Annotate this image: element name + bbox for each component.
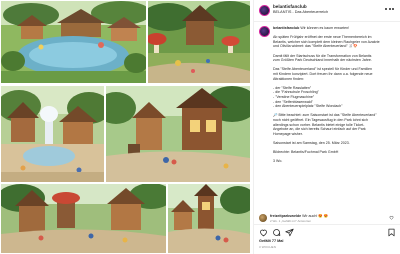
caption-text: - den "Seifenblasenwald" xyxy=(273,99,313,104)
caption-text: Homepage wisher. xyxy=(273,131,303,136)
post-panel: belantisfanclub BELANTIS - Das Abenteuer… xyxy=(253,0,400,254)
like-count[interactable]: Gefällt 77 Mal xyxy=(259,239,283,243)
collage-image-mushroom-forest[interactable] xyxy=(148,1,250,83)
caption-line: Attraktionen finden: xyxy=(273,77,397,82)
send-icon[interactable] xyxy=(285,228,294,237)
caption-avatar[interactable] xyxy=(259,26,270,37)
caption-text: Saisonstart ist am Samstag, den 25. März… xyxy=(273,141,350,145)
avatar[interactable] xyxy=(259,5,270,16)
more-options-icon[interactable] xyxy=(385,7,395,11)
collage-image-tower-ride[interactable] xyxy=(168,184,250,253)
caption-text: Attraktionen finden: xyxy=(273,76,304,81)
caption-text: - die "Fahrschule Froschling" xyxy=(273,90,319,95)
caption-text: Angebote an, die sich bereits Schauri ei… xyxy=(273,127,366,132)
post-username[interactable]: belantisfanclub xyxy=(273,4,307,9)
post-date: 3 WOCHEN xyxy=(259,245,276,249)
caption-text: Das "Stelfe Abenteuerland" ist speziell … xyxy=(273,67,373,72)
caption: belantisfanclub Wir können es kaum erwar… xyxy=(254,23,400,213)
caption-text: 3 Wo. xyxy=(273,159,283,164)
action-bar xyxy=(254,224,400,238)
caption-text: allerdings schon vorher. Belantis bietet… xyxy=(273,122,365,127)
caption-text: Belantis, welcher sich komplett dem klei… xyxy=(273,39,380,44)
comment-text: freizeitparkswelde Wir auch! 😍 😍 xyxy=(270,214,328,218)
comment-username[interactable]: freizeitparkswelde xyxy=(270,214,301,218)
comment-icon[interactable] xyxy=(272,228,281,237)
comment: freizeitparkswelde Wir auch! 😍 😍 2 Wo. 1… xyxy=(254,213,400,223)
collage-image-cottage-street[interactable] xyxy=(106,86,250,182)
caption-line: und Olivilia widmet: das "Stelfe Abenteu… xyxy=(273,44,397,49)
comment-like-icon[interactable] xyxy=(389,215,394,220)
caption-text: - der "Stelfe Rasslatten" xyxy=(273,85,312,90)
caption-text: noch nicht geöffnet. Ein Tagesausflug in… xyxy=(273,118,368,122)
caption-text: mit Kindern konzipiert. Dort freuen Ihr … xyxy=(273,72,373,76)
post-location[interactable]: BELANTIS - Das Abenteuerreich xyxy=(273,10,328,14)
comment-meta[interactable]: 2 Wo. 1 „Gefällt mir" Antworten xyxy=(270,219,311,223)
caption-text: Bildrechte: Belantis/Fuchmal Park GmbH xyxy=(273,150,339,155)
caption-text: - den Abenteuerspielplatz "Stelfe Wondac… xyxy=(273,104,343,109)
collage-image-pond-village[interactable] xyxy=(1,1,146,83)
caption-line: Bildrechte: Belantis/Fuchmal Park GmbH xyxy=(273,150,397,155)
caption-username[interactable]: belantisfanclub xyxy=(273,26,299,30)
collage-image-village-path[interactable] xyxy=(1,184,166,253)
caption-text: Damit fällt der Startschuss für die Tran… xyxy=(273,53,372,58)
caption-line: 3 Wo. xyxy=(273,159,397,164)
caption-line: zum Größten Park Deutschland innerhalb d… xyxy=(273,58,397,63)
collage-image-fountain-courtyard[interactable] xyxy=(1,86,104,182)
caption-line: Saisonstart ist am Samstag, den 25. März… xyxy=(273,141,397,146)
caption-text: Ab späten Frühjahr eröffnet der erste ne… xyxy=(273,35,372,40)
heart-icon[interactable] xyxy=(259,228,268,237)
caption-text: Wir können es kaum erwarten! xyxy=(299,26,350,30)
caption-line: belantisfanclub Wir können es kaum erwar… xyxy=(273,26,397,31)
commenter-avatar[interactable] xyxy=(259,214,267,222)
caption-line: - den Abenteuerspielplatz "Stelfe Wondac… xyxy=(273,104,397,109)
caption-text: und Olivilia widmet: das "Stelfe Abenteu… xyxy=(273,44,358,49)
bookmark-icon[interactable] xyxy=(387,228,396,237)
caption-text: zum Größten Park Deutschland innerhalb d… xyxy=(273,58,372,63)
image-collage[interactable] xyxy=(0,0,251,254)
caption-text: 🔎 Bitte beachtet: zum Saisonstart ist da… xyxy=(273,113,377,118)
caption-text: - "Verstine Flugmaschine" xyxy=(273,95,315,99)
comment-body: Wir auch! 😍 😍 xyxy=(301,214,329,218)
post-header: belantisfanclub BELANTIS - Das Abenteuer… xyxy=(254,0,400,22)
caption-line: Homepage wisher. xyxy=(273,132,397,137)
